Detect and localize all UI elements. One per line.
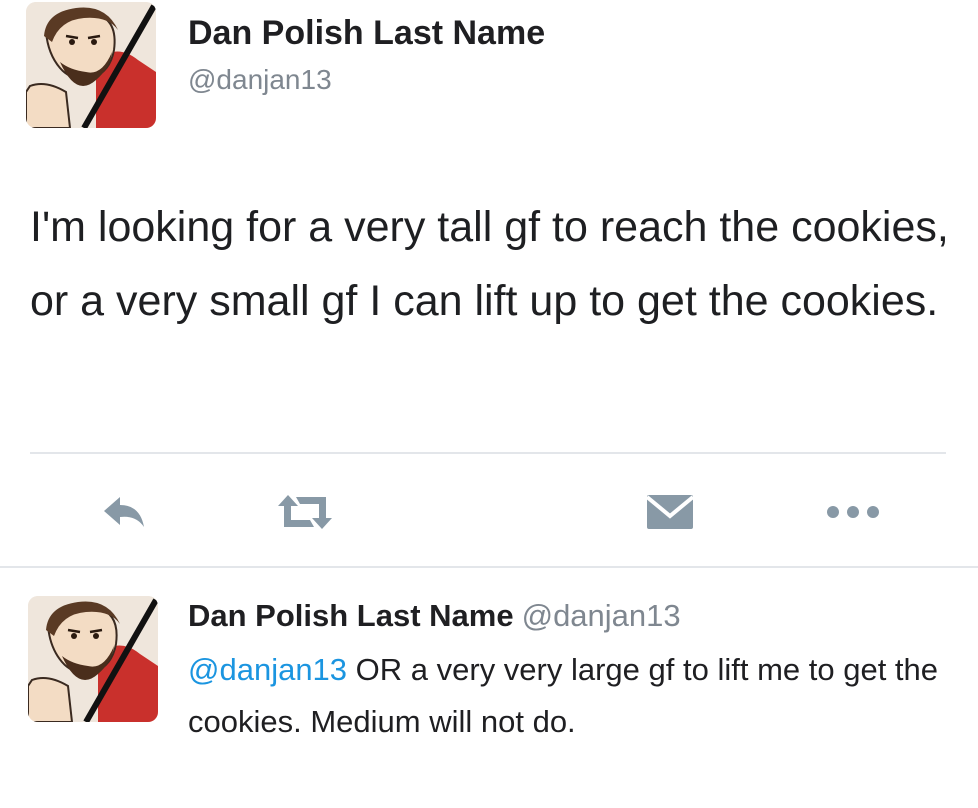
author-name[interactable]: Dan Polish Last Name <box>188 14 545 53</box>
reply-author-handle[interactable]: @danjan13 <box>522 598 681 633</box>
avatar-illustration <box>26 2 156 128</box>
divider <box>30 452 946 454</box>
more-button[interactable] <box>818 486 888 538</box>
divider <box>0 566 978 568</box>
reply-author-name[interactable]: Dan Polish Last Name <box>188 598 514 633</box>
author-handle[interactable]: @danjan13 <box>188 64 332 96</box>
direct-message-button[interactable] <box>640 486 700 538</box>
reply-icon <box>104 497 144 527</box>
reply-text: @danjan13 OR a very very large gf to lif… <box>188 644 948 748</box>
avatar-illustration <box>28 596 158 722</box>
reply-button[interactable] <box>96 486 154 538</box>
retweet-icon <box>278 495 332 529</box>
avatar[interactable] <box>26 2 156 128</box>
more-dots-icon <box>827 506 879 518</box>
envelope-icon <box>646 495 694 529</box>
reply-header: Dan Polish Last Name @danjan13 <box>188 598 681 634</box>
retweet-button[interactable] <box>270 486 340 538</box>
mention-link[interactable]: @danjan13 <box>188 652 347 687</box>
tweet-text: I'm looking for a very tall gf to reach … <box>30 203 949 325</box>
reply-avatar[interactable] <box>28 596 158 722</box>
